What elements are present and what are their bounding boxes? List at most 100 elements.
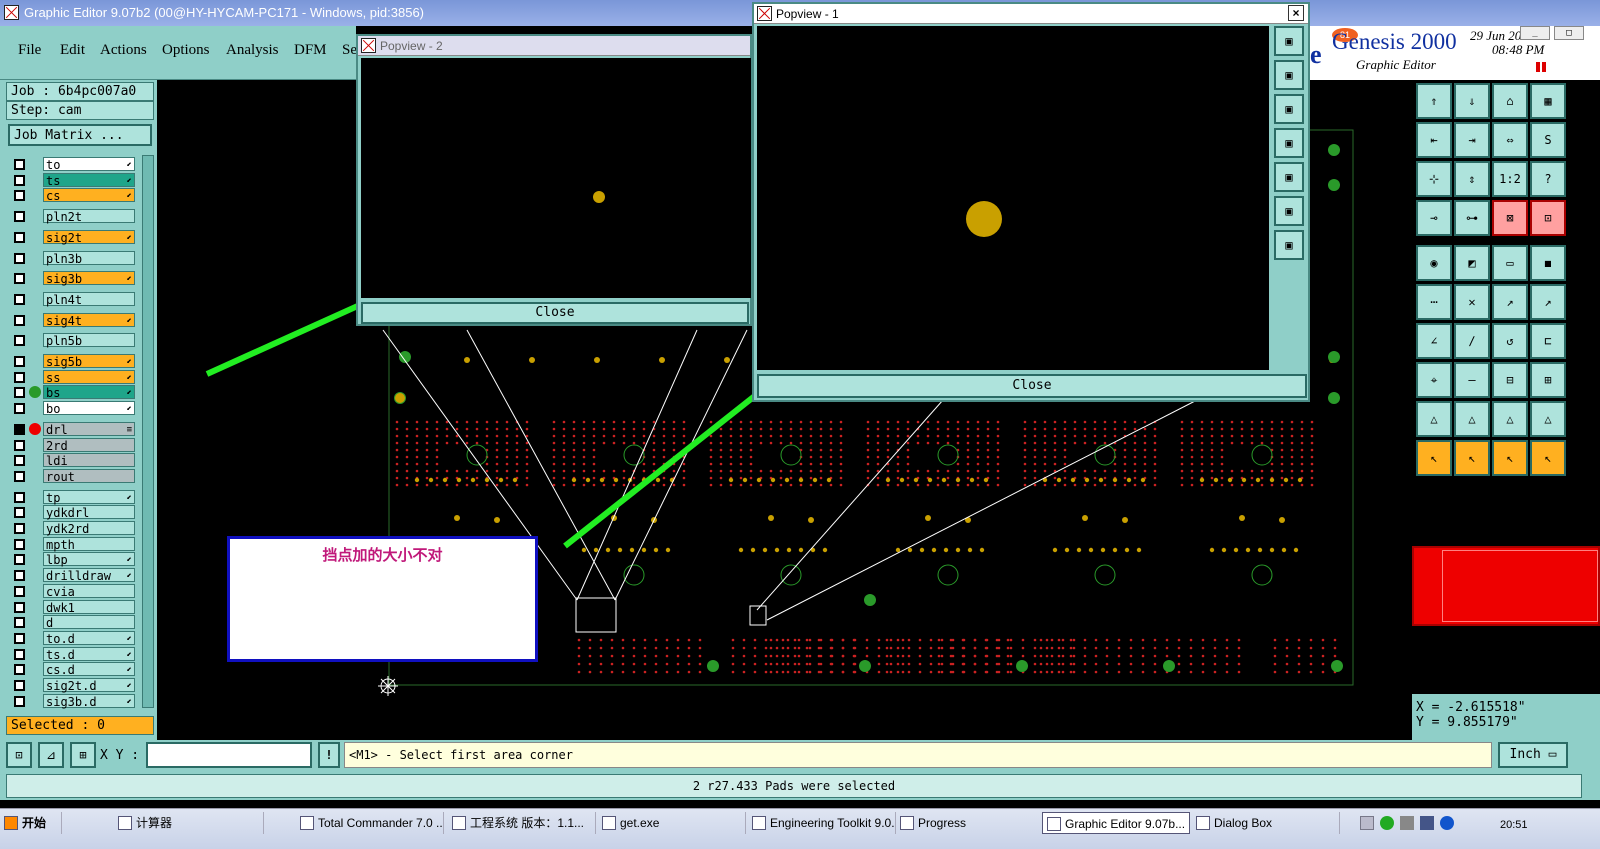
menu-dfm[interactable]: DFM: [294, 42, 327, 59]
layer-checkbox[interactable]: [14, 335, 25, 347]
layer-row-drl[interactable]: drl ≡: [10, 421, 140, 437]
popview-2-title-bar[interactable]: Popview - 2: [358, 36, 750, 56]
popview-up-icon[interactable]: ▣: [1274, 60, 1304, 90]
tray-display-icon[interactable]: [1420, 816, 1434, 830]
tray-bluetooth-icon[interactable]: [1440, 816, 1454, 830]
job-matrix-button[interactable]: Job Matrix ...: [8, 124, 152, 146]
taskbar-item[interactable]: 工程系统 版本：1.1...: [448, 812, 596, 834]
draw-icon[interactable]: ∕: [1454, 323, 1490, 359]
overview-viewport[interactable]: [1442, 550, 1598, 622]
layer-row-ydk2rd[interactable]: ydk2rd: [10, 521, 140, 536]
pan-down-icon[interactable]: ⇓: [1454, 83, 1490, 119]
layer-row-lbp[interactable]: lbp ⬋: [10, 552, 140, 567]
layer-checkbox[interactable]: [14, 190, 25, 202]
window-maximize-button[interactable]: □: [1554, 26, 1584, 40]
layer-row-ldi[interactable]: ldi: [10, 453, 140, 468]
layer-checkbox[interactable]: [14, 664, 25, 676]
scale-icon[interactable]: 1:2: [1492, 161, 1528, 197]
taskbar-item[interactable]: Dialog Box: [1192, 812, 1340, 834]
layer-checkbox[interactable]: [14, 523, 25, 534]
break-icon[interactable]: ⊏: [1530, 323, 1566, 359]
layer-checkbox[interactable]: [14, 371, 25, 383]
measure-icon[interactable]: ⌖: [1416, 362, 1452, 398]
layer-row-sig2t[interactable]: sig2t ⬋: [10, 229, 140, 245]
layer-row-ydkdrl[interactable]: ydkdrl: [10, 505, 140, 520]
layer-row-sig5b[interactable]: sig5b ⬋: [10, 354, 140, 369]
layer-checkbox[interactable]: [14, 455, 25, 467]
start-button[interactable]: 开始: [0, 812, 62, 834]
taskbar-item[interactable]: Progress: [896, 812, 1044, 834]
delete-icon[interactable]: ✕: [1454, 284, 1490, 320]
layer-row-mpth[interactable]: mpth: [10, 536, 140, 552]
line-icon[interactable]: ∠: [1416, 323, 1452, 359]
layer-row-bs[interactable]: bs ⬋: [10, 385, 140, 400]
rotate-icon[interactable]: ↺: [1492, 323, 1528, 359]
layer-checkbox[interactable]: [14, 403, 25, 415]
layer-row-rout[interactable]: rout: [10, 468, 140, 484]
layer-checkbox[interactable]: [14, 314, 25, 326]
window-minimize-button[interactable]: _: [1520, 26, 1550, 40]
popview-window-icon[interactable]: ▣: [1274, 26, 1304, 56]
popview-1-window[interactable]: Popview - 1 × ▣ ▣ ▣ ▣ ▣ ▣ ▣ Close: [752, 2, 1310, 402]
popview-1-title-bar[interactable]: Popview - 1 ×: [754, 4, 1308, 24]
taskbar-item[interactable]: Graphic Editor 9.07b...: [1042, 812, 1190, 834]
home-icon[interactable]: ⌂: [1492, 83, 1528, 119]
layer-checkbox[interactable]: [14, 538, 25, 550]
probe-icon[interactable]: ⊶: [1454, 200, 1490, 236]
fit-height-icon[interactable]: ⇕: [1454, 161, 1490, 197]
layer-checkbox[interactable]: [14, 680, 25, 691]
layer-row-to[interactable]: to ⬋: [10, 157, 140, 172]
taskbar-item[interactable]: get.exe: [598, 812, 746, 834]
zoom-full-icon[interactable]: ▦: [1530, 83, 1566, 119]
layer-row-tp[interactable]: tp ⬋: [10, 489, 140, 505]
fit-width-icon[interactable]: ⇔: [1492, 122, 1528, 158]
units-selector[interactable]: Inch ▭: [1498, 742, 1568, 768]
layer-row-ts[interactable]: ts ⬋: [10, 172, 140, 188]
layer-row-drilldraw[interactable]: drilldraw ⬋: [10, 568, 140, 583]
menu-options[interactable]: Options: [162, 42, 210, 59]
layer-row-pln4t[interactable]: pln4t: [10, 291, 140, 307]
layer-checkbox[interactable]: [14, 507, 25, 519]
taskbar-item[interactable]: 计算器: [114, 812, 264, 834]
triangle-1-icon[interactable]: △: [1416, 401, 1452, 437]
pan-left-icon[interactable]: ⇤: [1416, 122, 1452, 158]
popview-right-icon[interactable]: ▣: [1274, 162, 1304, 192]
layer-row-cvia[interactable]: cvia: [10, 583, 140, 599]
group-icon[interactable]: ⊞: [1530, 362, 1566, 398]
layer-checkbox[interactable]: [14, 387, 25, 399]
select-net-icon[interactable]: ⊡: [1530, 200, 1566, 236]
fill-icon[interactable]: ◼: [1530, 245, 1566, 281]
popview-down-icon[interactable]: ▣: [1274, 94, 1304, 124]
clip-icon[interactable]: ⊟: [1492, 362, 1528, 398]
layer-row-cs[interactable]: cs ⬋: [10, 188, 140, 203]
layer-checkbox[interactable]: [14, 252, 25, 264]
measure-icon[interactable]: ⊿: [38, 742, 64, 768]
tray-network-icon[interactable]: [1380, 816, 1394, 830]
popview-2-window[interactable]: Popview - 2 Close: [356, 34, 752, 326]
popview-fit-icon[interactable]: ▣: [1274, 196, 1304, 226]
layer-row-d[interactable]: d: [10, 615, 140, 630]
layer-checkbox[interactable]: [14, 159, 25, 170]
layer-row-sig3b-d[interactable]: sig3b.d ⬋: [10, 693, 140, 709]
layer-checkbox[interactable]: [14, 554, 25, 566]
layer-row-ss[interactable]: ss ⬋: [10, 369, 140, 385]
layer-row-dwk1[interactable]: dwk1: [10, 599, 140, 615]
popview-center-icon[interactable]: ▣: [1274, 230, 1304, 260]
triangle-3-icon[interactable]: △: [1492, 401, 1528, 437]
highlight-net-icon[interactable]: ⊠: [1492, 200, 1528, 236]
popview-1-canvas[interactable]: [757, 26, 1269, 370]
layer-row-sig4t[interactable]: sig4t ⬋: [10, 312, 140, 328]
layer-row-pln2t[interactable]: pln2t: [10, 209, 140, 224]
connect-icon[interactable]: ⊸: [1416, 200, 1452, 236]
tray-volume-icon[interactable]: [1400, 816, 1414, 830]
triangle-4-icon[interactable]: △: [1530, 401, 1566, 437]
alert-icon[interactable]: !: [318, 742, 340, 768]
dots-icon[interactable]: ⋯: [1416, 284, 1452, 320]
overview-map[interactable]: [1412, 546, 1600, 626]
menu-analysis[interactable]: Analysis: [226, 42, 279, 59]
layer-row-sig3b[interactable]: sig3b ⬋: [10, 271, 140, 286]
layer-row-cs-d[interactable]: cs.d ⬋: [10, 662, 140, 677]
layer-checkbox[interactable]: [14, 423, 25, 435]
ruler-icon[interactable]: ▭: [1492, 245, 1528, 281]
layer-checkbox[interactable]: [14, 211, 25, 223]
